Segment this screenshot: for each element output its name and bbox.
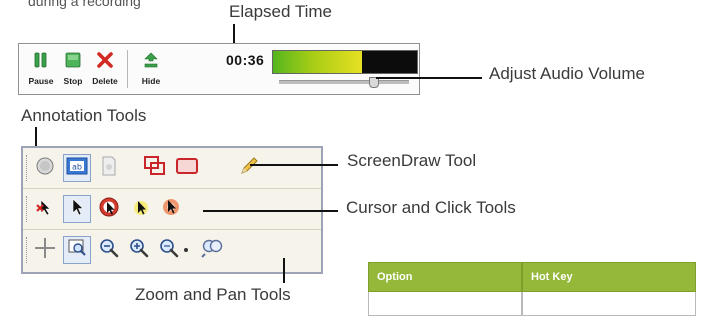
table-cell xyxy=(522,292,696,316)
callout-line-cursor-tools xyxy=(203,210,338,212)
zoom-out-icon xyxy=(99,238,119,263)
screendraw-tool[interactable] xyxy=(235,154,263,182)
callout-zoom-pan-tools: Zoom and Pan Tools xyxy=(135,285,291,304)
zoom-custom-tool[interactable] xyxy=(199,236,227,264)
rectangle-callout-icon xyxy=(176,157,198,179)
zoom-in-icon xyxy=(129,238,149,263)
intro-text: during a recording xyxy=(28,0,141,9)
stop-icon xyxy=(65,52,81,73)
zoom-out-tool[interactable] xyxy=(95,236,123,264)
svg-text:ab: ab xyxy=(72,162,82,171)
stop-button[interactable]: Stop xyxy=(57,48,89,90)
rectangle-callout-tool[interactable] xyxy=(173,154,201,182)
audio-level-fill xyxy=(273,51,363,73)
callout-cursor-click-tools: Cursor and Click Tools xyxy=(346,198,516,217)
zoom-full-tool[interactable] xyxy=(63,236,91,264)
row-grip xyxy=(26,196,30,222)
zoom-full-icon xyxy=(67,238,87,263)
callout-adjust-audio-volume: Adjust Audio Volume xyxy=(489,64,645,83)
delete-label: Delete xyxy=(92,76,118,86)
hide-cursor-tool[interactable] xyxy=(31,195,59,223)
text-box-tool[interactable]: ab xyxy=(63,154,91,182)
delete-icon xyxy=(97,52,113,73)
zoom-in-tool[interactable] xyxy=(125,236,153,264)
document-tool[interactable] xyxy=(95,154,123,182)
zoom-dropdown[interactable] xyxy=(179,236,193,264)
pause-label: Pause xyxy=(28,76,54,86)
callout-line-zoom-pan xyxy=(283,258,285,283)
table-header-row: Option Hot Key xyxy=(368,262,696,292)
cursor-tool[interactable] xyxy=(63,195,91,223)
hide-cursor-icon xyxy=(35,197,55,222)
callout-line-audio-volume xyxy=(376,77,482,79)
click-highlight-cursor-icon xyxy=(160,196,182,223)
document-icon xyxy=(101,156,117,181)
pause-icon xyxy=(34,52,48,73)
highlight-frame-tool[interactable] xyxy=(141,154,169,182)
recorder-toolbar: Pause Stop Delete Hide 00:36 xyxy=(18,43,420,95)
delete-button[interactable]: Delete xyxy=(89,48,121,90)
highlight-frame-icon xyxy=(144,155,166,181)
text-box-icon: ab xyxy=(66,157,88,180)
clock-tool[interactable] xyxy=(31,154,59,182)
click-highlight-cursor-tool[interactable] xyxy=(157,195,185,223)
row-grip xyxy=(26,237,30,263)
callout-screendraw-tool: ScreenDraw Tool xyxy=(347,151,477,170)
cursor-icon xyxy=(68,197,86,222)
highlight-cursor-tool[interactable] xyxy=(127,195,155,223)
elapsed-time-value: 00:36 xyxy=(226,52,265,68)
click-cursor-tool[interactable] xyxy=(95,195,123,223)
table-header-option: Option xyxy=(368,262,522,292)
callout-annotation-tools: Annotation Tools xyxy=(21,106,147,125)
clock-icon xyxy=(35,156,55,181)
dropdown-arrow-icon xyxy=(182,241,190,259)
volume-slider-track[interactable] xyxy=(279,80,409,84)
hide-label: Hide xyxy=(141,76,161,86)
zoom-pan-tools-row xyxy=(23,230,321,270)
zoom-custom-icon xyxy=(201,238,225,263)
pause-button[interactable]: Pause xyxy=(25,48,57,90)
zoom-icon xyxy=(159,238,179,263)
table-row xyxy=(368,292,696,316)
pencil-icon xyxy=(239,156,259,181)
hide-button[interactable]: Hide xyxy=(135,48,167,90)
table-cell xyxy=(368,292,522,316)
callout-line-screendraw xyxy=(250,164,338,166)
toolbar-separator xyxy=(127,50,128,88)
row-grip xyxy=(26,155,30,181)
annotation-tools-row: ab xyxy=(23,148,321,189)
click-cursor-icon xyxy=(98,196,120,223)
highlight-cursor-icon xyxy=(131,197,151,222)
pan-tool[interactable] xyxy=(31,236,59,264)
stop-label: Stop xyxy=(63,76,83,86)
pan-icon xyxy=(34,237,56,264)
callout-elapsed-time: Elapsed Time xyxy=(229,2,332,21)
hide-icon xyxy=(143,52,159,73)
audio-level-meter xyxy=(272,50,418,74)
table-header-hotkey: Hot Key xyxy=(522,262,696,292)
